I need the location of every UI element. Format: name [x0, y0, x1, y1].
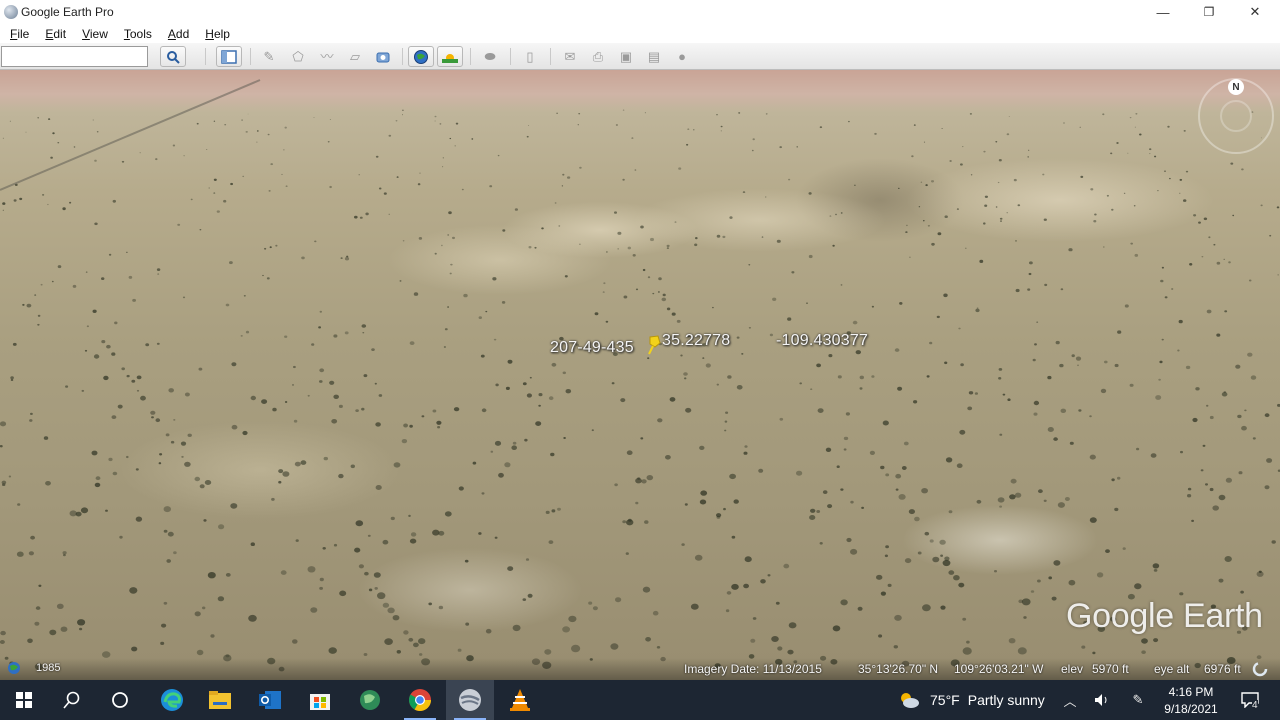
pen-icon[interactable]: ✎ [1126, 680, 1150, 720]
chevron-up-icon[interactable]: ︿ [1058, 680, 1082, 720]
planets-icon[interactable]: ⬬ [477, 46, 503, 67]
placemark-label-longitude[interactable]: -109.430377 [776, 332, 868, 350]
weather-temperature: 75°F [930, 692, 960, 708]
windows-taskbar: 75°F Partly sunny ︿ ✎ 4:16 PM 9/18/2021 … [0, 680, 1280, 720]
historical-imagery-small-icon[interactable] [6, 660, 22, 679]
clock-date: 9/18/2021 [1164, 702, 1218, 716]
sunlight-icon[interactable] [437, 46, 463, 67]
historical-imagery-icon[interactable] [408, 46, 434, 67]
longitude-readout: 109°26'03.21" W [954, 662, 1044, 676]
edge-icon[interactable] [148, 680, 196, 720]
notification-count: 4 [1252, 700, 1258, 711]
menu-tools[interactable]: Tools [115, 27, 159, 41]
clock-time: 4:16 PM [1168, 685, 1214, 699]
overlay-icon[interactable]: ▱ [342, 46, 368, 67]
streaming-icon [1252, 661, 1268, 680]
maps-icon[interactable]: ▤ [641, 46, 667, 67]
menu-bar: File Edit View Tools Add Help [0, 24, 1280, 43]
status-bar: 1985 Imagery Date: 11/13/2015 35°13'26.7… [0, 658, 1280, 680]
vlc-icon[interactable] [496, 680, 544, 720]
sidebar-toggle-icon[interactable] [216, 46, 242, 67]
windows-start-icon[interactable] [0, 680, 48, 720]
north-indicator[interactable]: N [1228, 79, 1244, 95]
store-icon[interactable] [296, 680, 344, 720]
search-input[interactable] [1, 46, 148, 67]
minimize-button[interactable]: — [1140, 0, 1186, 24]
toolbar: ✎ ⬠ 〰 ▱ ⬬ ▯ ✉ ⎙ ▣ ▤ ● [0, 43, 1280, 70]
menu-edit[interactable]: Edit [36, 27, 73, 41]
polygon-icon[interactable]: ⬠ [285, 46, 311, 67]
volume-icon[interactable] [1090, 680, 1114, 720]
partly-sunny-icon [901, 693, 919, 708]
terrain-texture [0, 79, 1280, 672]
maps-icon[interactable] [346, 680, 394, 720]
menu-file[interactable]: File [0, 27, 36, 41]
imagery-date: Imagery Date: 11/13/2015 [684, 662, 822, 676]
outlook-icon[interactable] [246, 680, 294, 720]
google-earth-watermark: Google Earth [1066, 597, 1263, 635]
elevation-label: elev [1061, 662, 1084, 676]
search-icon[interactable] [160, 46, 186, 67]
placemark-label-latitude[interactable]: 35.22778 [662, 332, 730, 350]
sky-icon[interactable]: ● [669, 46, 695, 67]
task-view-icon[interactable] [96, 680, 144, 720]
google-earth-app-icon [4, 5, 18, 19]
eye-altitude-label: eye alt [1154, 662, 1190, 676]
imagery-year: 1985 [36, 662, 61, 674]
title-bar: Google Earth Pro — ❐ ✕ [0, 0, 1280, 24]
maximize-button[interactable]: ❐ [1186, 0, 1232, 24]
path-icon[interactable]: 〰 [314, 46, 340, 67]
system-clock[interactable]: 4:16 PM 9/18/2021 [1156, 684, 1226, 718]
placemark-icon[interactable]: ✎ [256, 46, 282, 67]
file-explorer-icon[interactable] [196, 680, 244, 720]
ruler-icon[interactable]: ▯ [517, 46, 543, 67]
google-earth-icon[interactable] [446, 680, 494, 720]
elevation-value: 5970 ft [1092, 662, 1129, 676]
tour-icon[interactable] [371, 46, 397, 67]
print-icon[interactable]: ⎙ [585, 46, 611, 67]
placemark-label-parcel[interactable]: 207-49-435 [550, 339, 634, 357]
notification-icon[interactable]: 4 [1234, 680, 1266, 720]
search-icon[interactable] [48, 680, 96, 720]
weather-widget[interactable]: 75°F Partly sunny [898, 680, 1045, 720]
eye-altitude-value: 6976 ft [1204, 662, 1241, 676]
chrome-icon[interactable] [396, 680, 444, 720]
window-title: Google Earth Pro [21, 5, 114, 19]
menu-view[interactable]: View [73, 27, 115, 41]
close-button[interactable]: ✕ [1232, 0, 1278, 24]
latitude-readout: 35°13'26.70" N [858, 662, 939, 676]
weather-description: Partly sunny [967, 692, 1045, 708]
navigation-compass[interactable]: N [1198, 78, 1274, 154]
menu-add[interactable]: Add [159, 27, 196, 41]
email-icon[interactable]: ✉ [557, 46, 583, 67]
menu-help[interactable]: Help [196, 27, 237, 41]
earth-view[interactable]: 207-49-435 35.22778 -109.430377 N Google… [0, 70, 1280, 680]
save-image-icon[interactable]: ▣ [613, 46, 639, 67]
look-joystick[interactable] [1220, 100, 1252, 132]
